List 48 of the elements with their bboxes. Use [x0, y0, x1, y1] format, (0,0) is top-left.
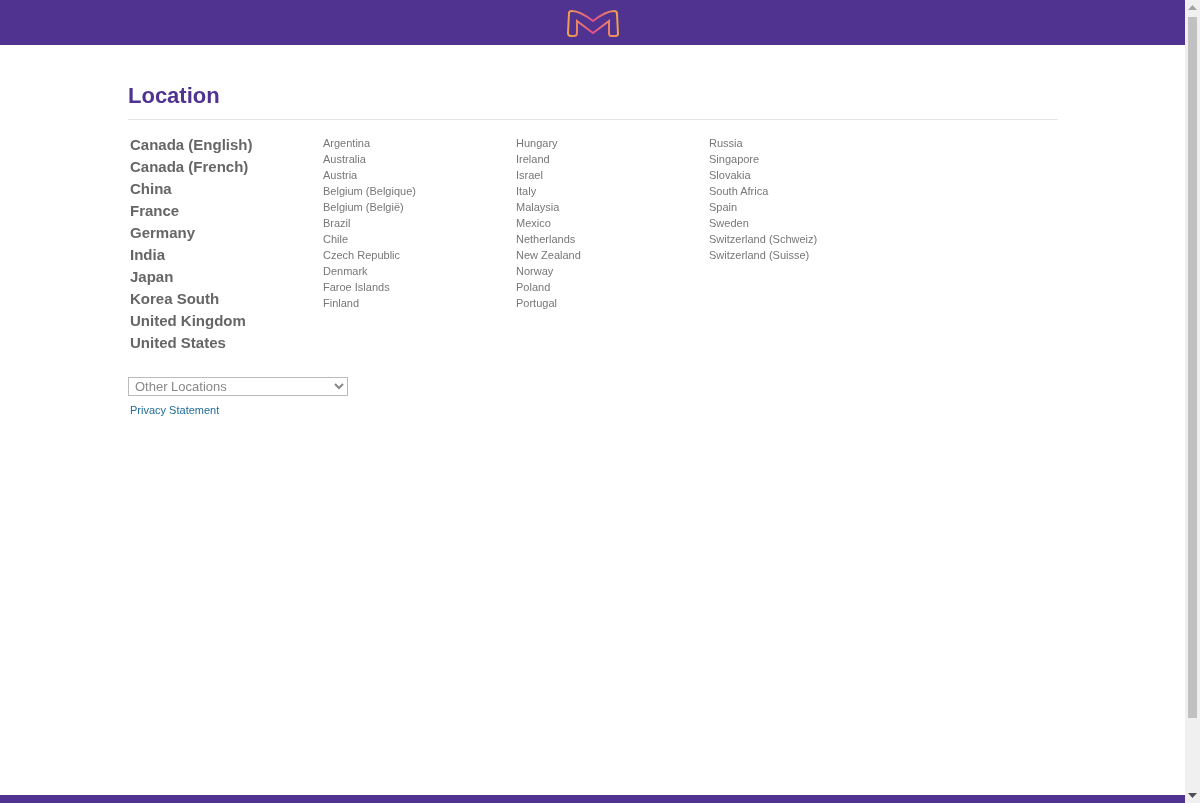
- location-link[interactable]: Mexico: [516, 215, 709, 231]
- location-link[interactable]: China: [130, 178, 323, 200]
- location-link[interactable]: France: [130, 200, 323, 222]
- location-link[interactable]: Germany: [130, 222, 323, 244]
- location-link[interactable]: Hungary: [516, 135, 709, 151]
- location-link[interactable]: Russia: [709, 135, 902, 151]
- location-link[interactable]: Canada (English): [130, 134, 323, 156]
- location-link[interactable]: Japan: [130, 266, 323, 288]
- location-link[interactable]: Czech Republic: [323, 247, 516, 263]
- location-link[interactable]: Finland: [323, 295, 516, 311]
- location-link[interactable]: Australia: [323, 151, 516, 167]
- location-link[interactable]: Sweden: [709, 215, 902, 231]
- scrollbar[interactable]: [1185, 0, 1200, 803]
- location-link[interactable]: Argentina: [323, 135, 516, 151]
- location-link[interactable]: Belgium (Belgique): [323, 183, 516, 199]
- location-link[interactable]: Switzerland (Schweiz): [709, 231, 902, 247]
- location-link[interactable]: Canada (French): [130, 156, 323, 178]
- location-link[interactable]: Israel: [516, 167, 709, 183]
- privacy-statement-link[interactable]: Privacy Statement: [130, 404, 220, 416]
- scroll-up-icon[interactable]: [1188, 5, 1197, 10]
- location-link[interactable]: United States: [130, 332, 323, 354]
- scroll-down-icon[interactable]: [1188, 793, 1197, 798]
- location-link[interactable]: Switzerland (Suisse): [709, 247, 902, 263]
- location-link[interactable]: Austria: [323, 167, 516, 183]
- location-link[interactable]: Slovakia: [709, 167, 902, 183]
- location-link[interactable]: United Kingdom: [130, 310, 323, 332]
- page-title: Location: [128, 83, 1058, 120]
- location-link[interactable]: Netherlands: [516, 231, 709, 247]
- location-link[interactable]: Norway: [516, 263, 709, 279]
- location-link[interactable]: Faroe Islands: [323, 279, 516, 295]
- location-link[interactable]: Malaysia: [516, 199, 709, 215]
- location-link[interactable]: Brazil: [323, 215, 516, 231]
- location-link[interactable]: Denmark: [323, 263, 516, 279]
- location-link[interactable]: Korea South: [130, 288, 323, 310]
- logo-icon[interactable]: [565, 8, 620, 37]
- other-locations-dropdown[interactable]: Other Locations: [128, 377, 348, 396]
- location-link[interactable]: New Zealand: [516, 247, 709, 263]
- location-link[interactable]: Poland: [516, 279, 709, 295]
- location-link[interactable]: South Africa: [709, 183, 902, 199]
- location-link[interactable]: Italy: [516, 183, 709, 199]
- scrollbar-thumb[interactable]: [1188, 17, 1197, 718]
- location-link[interactable]: Spain: [709, 199, 902, 215]
- location-link[interactable]: Chile: [323, 231, 516, 247]
- location-link[interactable]: Portugal: [516, 295, 709, 311]
- location-link[interactable]: Ireland: [516, 151, 709, 167]
- location-link[interactable]: Singapore: [709, 151, 902, 167]
- location-link[interactable]: India: [130, 244, 323, 266]
- location-link[interactable]: Belgium (België): [323, 199, 516, 215]
